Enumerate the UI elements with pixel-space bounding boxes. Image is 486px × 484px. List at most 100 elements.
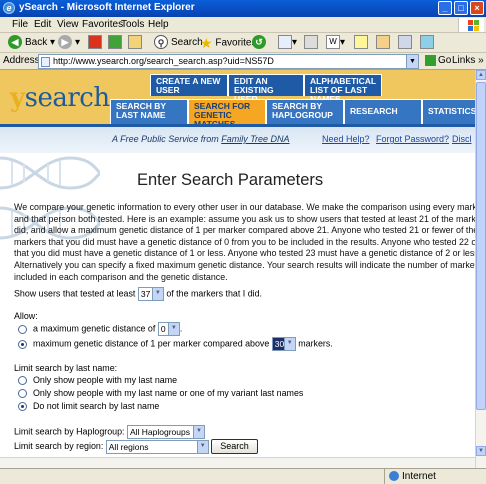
family-tree-dna-link[interactable]: Family Tree DNA (221, 134, 289, 144)
nav-statistics[interactable]: STATISTICS (422, 99, 475, 124)
intro-line: that you did must have a genetic distanc… (14, 248, 475, 259)
refresh-icon (108, 35, 122, 50)
mail-button[interactable]: ▾ (278, 35, 297, 51)
scroll-up-icon[interactable]: ▲ (476, 70, 486, 80)
menu-help[interactable]: Help (148, 19, 169, 30)
scroll-thumb[interactable] (476, 82, 486, 410)
menu-tools[interactable]: Tools (121, 19, 144, 30)
forward-arrow-icon: ▶ (58, 35, 72, 50)
min-markers-row: Show users that tested at least 37 ▼ of t… (14, 287, 263, 301)
back-arrow-icon: ◀ (8, 35, 22, 50)
intro-line: We compare your genetic information to e… (14, 202, 475, 212)
back-button[interactable]: ◀ Back ▾ (8, 35, 55, 51)
messenger-icon (376, 35, 390, 50)
haplogroup-select[interactable]: All Haplogroups ▼ (126, 425, 205, 439)
print-icon (304, 35, 318, 50)
dropdown-arrow-icon: ▼ (192, 426, 204, 438)
device-icon (398, 35, 412, 50)
menu-edit[interactable]: Edit (34, 19, 51, 30)
name-option-row: Only show people with my last name or on… (18, 388, 303, 399)
messenger-button[interactable] (376, 35, 390, 51)
edit-button[interactable]: W ▾ (326, 35, 345, 51)
nav-research-tools[interactable]: RESEARCH TOOLS (344, 99, 422, 135)
menu-view[interactable]: View (57, 19, 79, 30)
allow-max-distance-radio[interactable] (18, 324, 27, 334)
max-distance-select[interactable]: 0 ▼ (157, 322, 180, 336)
dropdown-arrow-icon: ▼ (167, 323, 179, 335)
history-icon: ↺ (252, 35, 266, 50)
name-option-row: Only show people with my last name (18, 375, 177, 386)
menu-favorites[interactable]: Favorites (82, 19, 123, 30)
page-icon (41, 57, 50, 67)
allow-per-marker-radio[interactable] (18, 339, 27, 349)
nav-search-by-haplogroup[interactable]: SEARCH BY HAPLOGROUP (266, 99, 344, 124)
dropdown-arrow-icon: ▼ (151, 288, 163, 300)
go-button[interactable]: Go (425, 55, 451, 66)
menu-file[interactable]: File (12, 19, 28, 30)
globe-icon (389, 471, 399, 482)
forgot-password-link[interactable]: Forgot Password? (376, 134, 449, 144)
links-button[interactable]: Links » (452, 55, 484, 66)
nav-alphabetical-list[interactable]: ALPHABETICAL LIST OF LAST NAMES (304, 74, 382, 104)
forward-button[interactable]: ▶ ▾ (58, 35, 80, 51)
minimize-icon[interactable]: _ (438, 1, 452, 15)
intro-line: did, and allow a maximum genetic distanc… (14, 225, 475, 236)
nav-search-genetic-matches[interactable]: SEARCH FOR GENETIC MATCHES (188, 99, 266, 129)
security-zone: Internet (384, 469, 436, 484)
mail-icon (278, 35, 292, 50)
search-button[interactable]: ⚲ Search (154, 35, 203, 51)
note-icon (354, 35, 368, 50)
ie-icon: e (3, 2, 15, 14)
horizontal-scrollbar[interactable] (0, 457, 475, 468)
device-button[interactable] (398, 35, 412, 51)
per-marker-above-select[interactable]: 30 ▼ (271, 337, 296, 351)
need-help-link[interactable]: Need Help? (322, 134, 370, 144)
limit-name-label: Limit search by last name: (14, 363, 118, 373)
page-viewport: ysearch CREATE A NEW USER EDIT AN EXISTI… (0, 70, 475, 468)
status-bar: Internet (0, 468, 486, 484)
stop-button[interactable] (88, 35, 102, 51)
min-markers-select[interactable]: 37 ▼ (137, 287, 164, 301)
allow-per-marker-row: maximum genetic distance of 1 per marker… (18, 337, 333, 351)
name-option-radio[interactable] (18, 389, 27, 399)
url-input[interactable]: http://www.ysearch.org/search_search.asp… (38, 54, 408, 69)
name-option-row: Do not limit search by last name (18, 401, 159, 412)
history-button[interactable]: ↺ (252, 35, 269, 51)
allow-max-distance-row: a maximum genetic distance of 0 ▼. (18, 322, 182, 336)
page-title: Enter Search Parameters (137, 171, 324, 189)
region-row: Limit search by region: All regions ▼ Sea… (14, 439, 258, 454)
stop-icon (88, 35, 102, 50)
notes-button[interactable] (354, 35, 368, 51)
intro-line: and that person both tested. Here is an … (14, 213, 475, 224)
home-button[interactable] (128, 35, 142, 51)
search-icon: ⚲ (154, 35, 168, 50)
menu-bar: File Edit View Favorites Tools Help (0, 17, 486, 33)
home-icon (128, 35, 142, 50)
search-submit-button[interactable]: Search (211, 439, 258, 454)
nav-edit-existing-user[interactable]: EDIT AN EXISTING USER (228, 74, 304, 104)
name-option-radio[interactable] (18, 376, 27, 386)
name-option-radio[interactable] (18, 402, 27, 412)
dropdown-arrow-icon: ▼ (196, 440, 208, 453)
intro-line: included in each comparison and the gene… (14, 271, 228, 282)
address-dropdown-icon[interactable]: ▼ (406, 54, 419, 69)
haplogroup-row: Limit search by Haplogroup: All Haplogro… (14, 425, 205, 439)
region-select[interactable]: All regions ▼ (105, 439, 209, 454)
refresh-button[interactable] (108, 35, 122, 51)
window-title: ySearch - Microsoft Internet Explorer (19, 2, 195, 13)
intro-line: markers that you did must have a genetic… (14, 236, 475, 247)
close-icon[interactable]: × (470, 1, 484, 15)
scroll-down-icon[interactable]: ▼ (476, 446, 486, 456)
disclaimer-link[interactable]: Discl (452, 134, 472, 144)
maximize-icon[interactable]: □ (454, 1, 468, 15)
site-header: ysearch CREATE A NEW USER EDIT AN EXISTI… (0, 70, 475, 135)
favorites-button[interactable]: ★ Favorites (200, 35, 256, 51)
print-button[interactable] (304, 35, 318, 51)
nav-search-by-last-name[interactable]: SEARCH BY LAST NAME (110, 99, 188, 124)
toolbar: ◀ Back ▾ ▶ ▾ ⚲ Search ★ Favorites ↺ ▾ W ▾ (0, 33, 486, 53)
window-title-bar: e ySearch - Microsoft Internet Explorer … (0, 0, 486, 17)
vertical-scrollbar[interactable]: ▲ ▼ (475, 70, 486, 468)
nav-create-new-user[interactable]: CREATE A NEW USER (150, 74, 228, 96)
research-button[interactable] (420, 35, 434, 51)
intro-line: Alternatively you can specify a fixed ma… (14, 259, 475, 270)
